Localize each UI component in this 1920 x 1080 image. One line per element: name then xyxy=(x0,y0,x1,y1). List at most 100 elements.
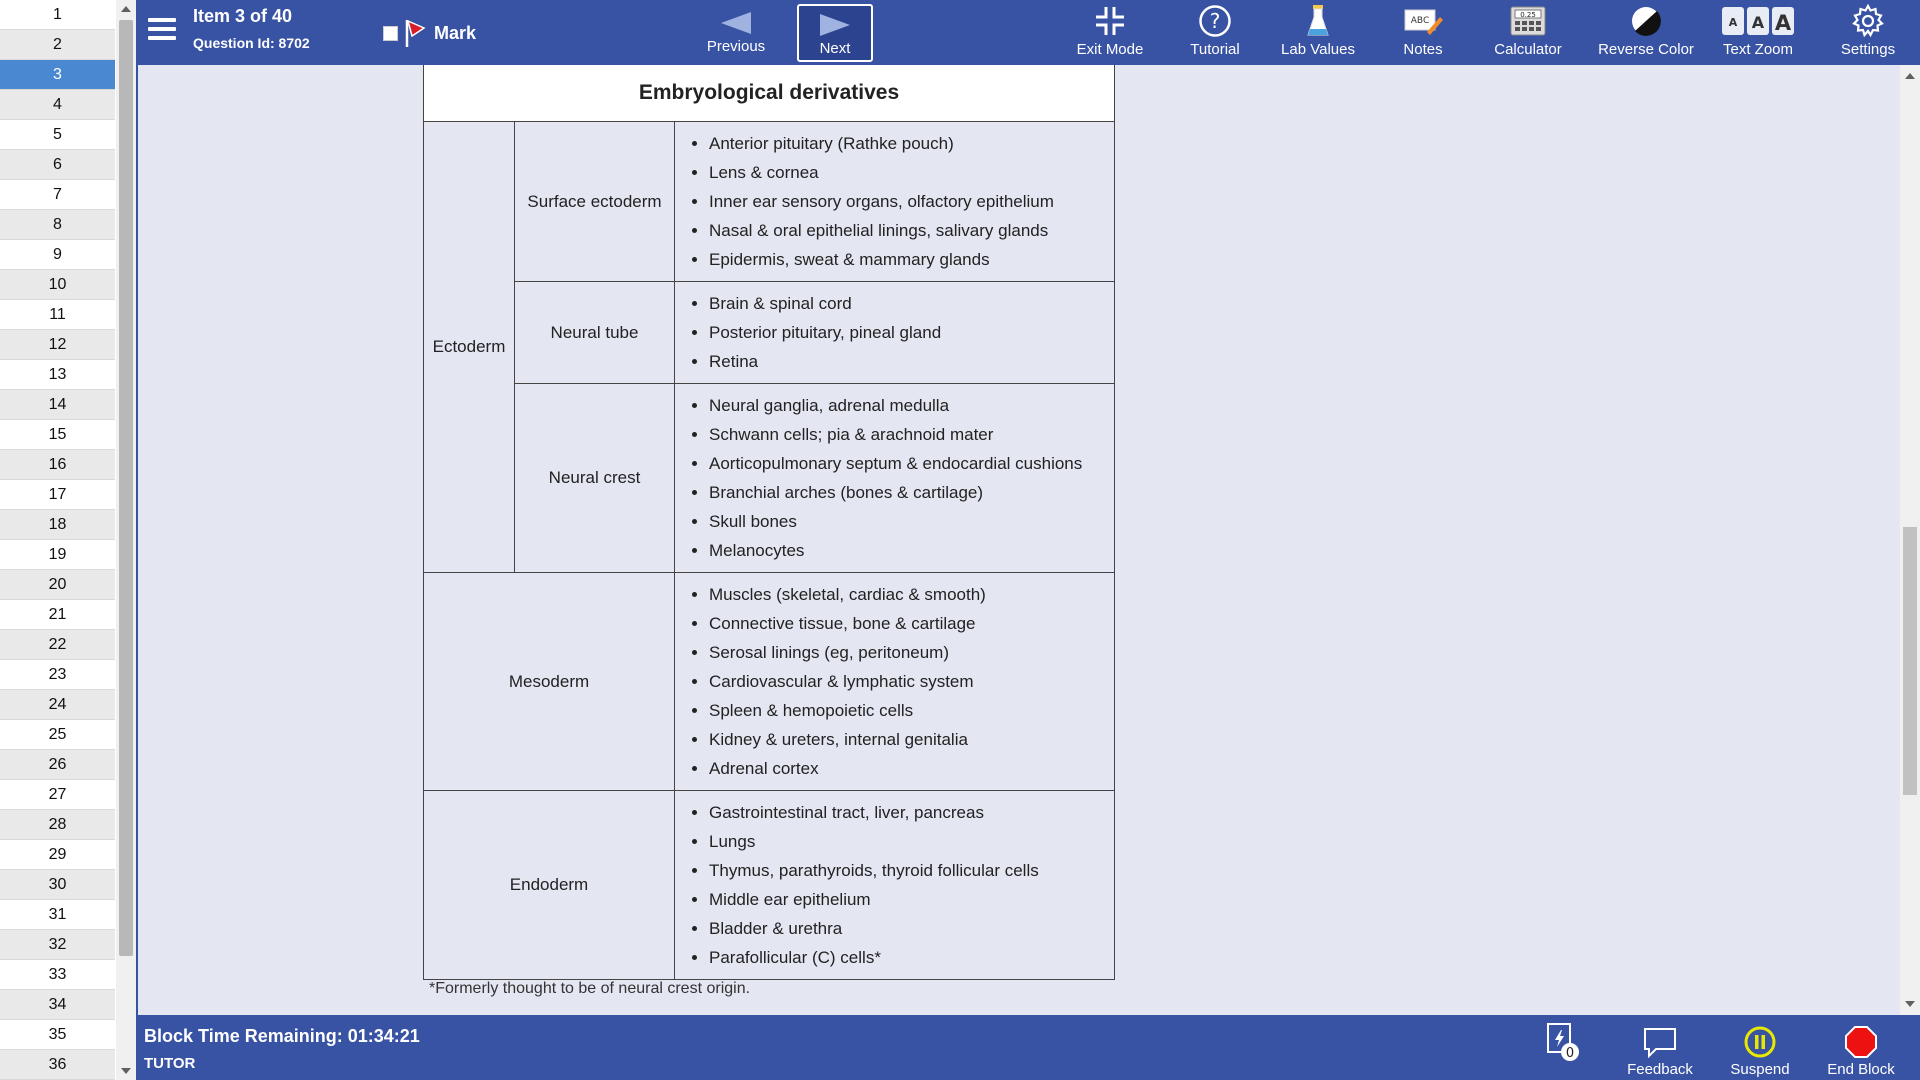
next-button[interactable]: Next xyxy=(797,4,873,62)
exit-mode-button[interactable]: Exit Mode xyxy=(1070,4,1150,58)
question-list-item[interactable]: 22 xyxy=(0,630,115,660)
tutorial-label: Tutorial xyxy=(1190,41,1240,58)
previous-button[interactable]: Previous xyxy=(698,4,774,62)
content-scrollbar[interactable] xyxy=(1900,65,1920,1015)
menu-icon[interactable] xyxy=(148,18,176,44)
derivatives-list: Gastrointestinal tract, liver, pancreasL… xyxy=(675,798,1110,972)
list-item: Brain & spinal cord xyxy=(709,289,1110,318)
question-list-item[interactable]: 26 xyxy=(0,750,115,780)
calculator-label: Calculator xyxy=(1494,41,1562,58)
flashcards-button[interactable]: 0 xyxy=(1538,1023,1588,1061)
table-row: Neural tube Brain & spinal cordPosterior… xyxy=(424,281,1115,384)
speech-bubble-icon xyxy=(1644,1028,1676,1058)
question-list-item[interactable]: 11 xyxy=(0,300,115,330)
notes-label: Notes xyxy=(1403,41,1443,58)
notes-button[interactable]: ABC Notes xyxy=(1388,4,1458,58)
flag-icon xyxy=(405,19,426,47)
scroll-down-arrow-icon[interactable] xyxy=(1905,1001,1915,1007)
svg-text:?: ? xyxy=(1210,9,1221,33)
question-list-scrollbar[interactable] xyxy=(116,0,136,1080)
text-zoom-icon: A A A xyxy=(1722,7,1794,35)
table-row: Neural crest Neural ganglia, adrenal med… xyxy=(424,383,1115,573)
scrollbar-thumb[interactable] xyxy=(1903,527,1917,795)
mark-label: Mark xyxy=(434,22,477,43)
suspend-button[interactable]: Suspend xyxy=(1720,1025,1800,1078)
exit-mode-label: Exit Mode xyxy=(1076,41,1144,58)
question-list-item[interactable]: 19 xyxy=(0,540,115,570)
end-block-label: End Block xyxy=(1827,1061,1895,1078)
question-list-item[interactable]: 1 xyxy=(0,0,115,30)
question-list-item[interactable]: 33 xyxy=(0,960,115,990)
question-list-item[interactable]: 21 xyxy=(0,600,115,630)
reverse-color-label: Reverse Color xyxy=(1598,41,1694,58)
item-counter: Item 3 of 40 xyxy=(193,6,293,26)
end-block-button[interactable]: End Block xyxy=(1820,1025,1902,1078)
scroll-up-arrow-icon[interactable] xyxy=(1905,73,1915,79)
question-list-item[interactable]: 20 xyxy=(0,570,115,600)
scrollbar-thumb[interactable] xyxy=(119,20,133,956)
question-list-item[interactable]: 4 xyxy=(0,90,115,120)
derivatives-cell: Gastrointestinal tract, liver, pancreasL… xyxy=(674,790,1115,980)
question-list-item[interactable]: 7 xyxy=(0,180,115,210)
list-item: Parafollicular (C) cells* xyxy=(709,943,1110,972)
list-item: Cardiovascular & lymphatic system xyxy=(709,667,1110,696)
question-list-item[interactable]: 35 xyxy=(0,1020,115,1050)
top-toolbar: Item 3 of 40 Question Id: 8702 Mark Prev… xyxy=(138,0,1920,65)
svg-text:A: A xyxy=(1775,11,1792,35)
tutorial-button[interactable]: ? Tutorial xyxy=(1180,4,1250,58)
question-list-item[interactable]: 6 xyxy=(0,150,115,180)
question-list-item[interactable]: 31 xyxy=(0,900,115,930)
lab-values-button[interactable]: Lab Values xyxy=(1273,4,1363,58)
question-list-item[interactable]: 36 xyxy=(0,1050,115,1080)
reverse-color-button[interactable]: Reverse Color xyxy=(1586,4,1706,58)
question-list-item[interactable]: 18 xyxy=(0,510,115,540)
question-list-item[interactable]: 29 xyxy=(0,840,115,870)
question-list-item[interactable]: 28 xyxy=(0,810,115,840)
question-list-item[interactable]: 25 xyxy=(0,720,115,750)
question-list-item[interactable]: 9 xyxy=(0,240,115,270)
question-list-item[interactable]: 5 xyxy=(0,120,115,150)
list-item: Anterior pituitary (Rathke pouch) xyxy=(709,129,1110,158)
list-item: Schwann cells; pia & arachnoid mater xyxy=(709,420,1110,449)
question-content: Embryological derivatives Ectoderm Surfa… xyxy=(138,65,1900,1015)
list-item: Melanocytes xyxy=(709,536,1110,565)
question-list-item[interactable]: 10 xyxy=(0,270,115,300)
question-list-item[interactable]: 12 xyxy=(0,330,115,360)
question-list-item[interactable]: 14 xyxy=(0,390,115,420)
question-list-item[interactable]: 17 xyxy=(0,480,115,510)
mark-toggle[interactable]: Mark xyxy=(383,18,476,48)
gear-icon xyxy=(1852,4,1884,38)
derivatives-cell: Muscles (skeletal, cardiac & smooth)Conn… xyxy=(674,572,1115,791)
settings-button[interactable]: Settings xyxy=(1828,4,1908,58)
question-list-item[interactable]: 30 xyxy=(0,870,115,900)
scroll-up-arrow-icon[interactable] xyxy=(121,6,131,12)
question-list-item[interactable]: 3 xyxy=(0,60,115,90)
row-sublabel: Surface ectoderm xyxy=(514,121,675,282)
list-item: Neural ganglia, adrenal medulla xyxy=(709,391,1110,420)
question-list-item[interactable]: 16 xyxy=(0,450,115,480)
next-label: Next xyxy=(819,40,851,57)
feedback-button[interactable]: Feedback xyxy=(1620,1025,1700,1078)
suspend-label: Suspend xyxy=(1730,1061,1790,1078)
list-item: Nasal & oral epithelial linings, salivar… xyxy=(709,216,1110,245)
question-list-item[interactable]: 2 xyxy=(0,30,115,60)
text-zoom-button[interactable]: A A A Text Zoom xyxy=(1718,4,1798,58)
question-list-item[interactable]: 13 xyxy=(0,360,115,390)
question-list-item[interactable]: 8 xyxy=(0,210,115,240)
question-list-item[interactable]: 27 xyxy=(0,780,115,810)
list-item: Epidermis, sweat & mammary glands xyxy=(709,245,1110,274)
mark-checkbox[interactable] xyxy=(383,25,398,41)
question-list-item[interactable]: 32 xyxy=(0,930,115,960)
mesoderm-label: Mesoderm xyxy=(423,572,675,791)
question-list-item[interactable]: 34 xyxy=(0,990,115,1020)
previous-arrow-icon xyxy=(721,12,751,34)
table-row: Mesoderm Muscles (skeletal, cardiac & sm… xyxy=(423,572,1115,791)
scroll-down-arrow-icon[interactable] xyxy=(121,1068,131,1074)
question-list-item[interactable]: 15 xyxy=(0,420,115,450)
previous-label: Previous xyxy=(706,38,766,55)
question-list-item[interactable]: 24 xyxy=(0,690,115,720)
help-circle-icon: ? xyxy=(1199,5,1231,37)
question-list-items: 1 2 3 4 5 6 7 8 9 10 11 12 13 14 15 16 17 18 19 20 21 22 23 24 2… xyxy=(0,0,115,1080)
question-list-item[interactable]: 23 xyxy=(0,660,115,690)
calculator-button[interactable]: 0.25 Calculator xyxy=(1483,4,1573,58)
